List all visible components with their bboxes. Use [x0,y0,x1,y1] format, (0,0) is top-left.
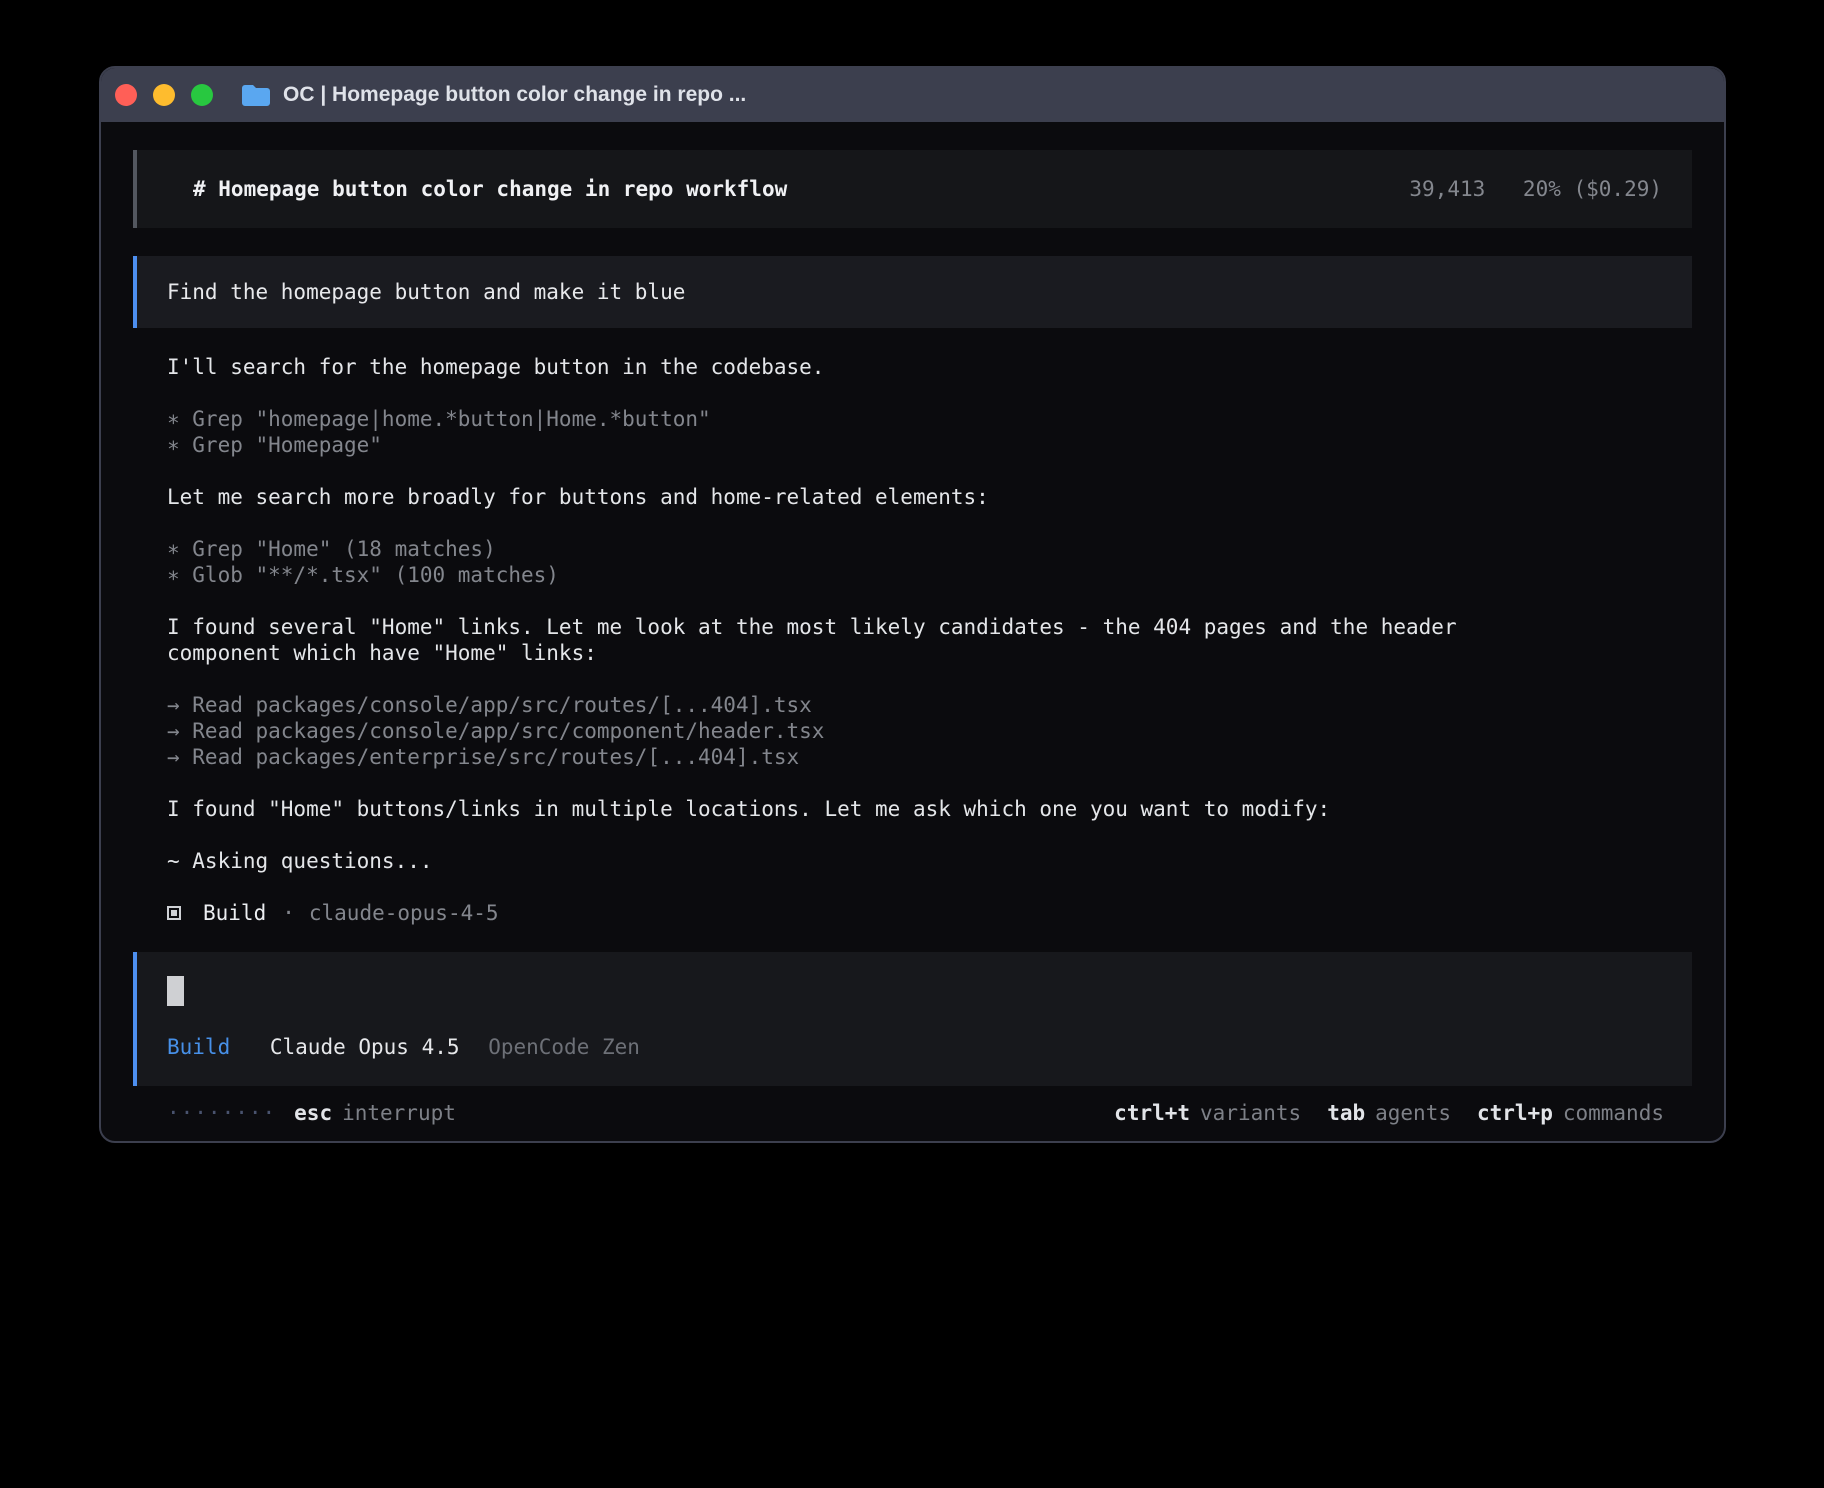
tool-call-group: ∗ Grep "Home" (18 matches) ∗ Glob "**/*.… [167,536,1692,588]
close-button[interactable] [115,84,137,106]
titlebar[interactable]: OC | Homepage button color change in rep… [101,68,1724,122]
folder-icon [241,83,271,107]
spinner-dots-icon: ········ [167,1100,276,1126]
shortcut-agents: tab agents [1327,1100,1451,1126]
terminal-window: OC | Homepage button color change in rep… [99,66,1726,1143]
input-meta: Build Claude Opus 4.5 OpenCode Zen [167,1034,1662,1060]
agent-status-line: Build · claude-opus-4-5 [167,900,1692,926]
input-model[interactable]: Claude Opus 4.5 [270,1035,460,1059]
session-meta: 39,413 20% ($0.29) [1409,176,1662,202]
agent-model: claude-opus-4-5 [309,900,499,926]
assistant-text: I'll search for the homepage button in t… [167,354,1692,380]
traffic-lights [115,84,213,106]
status-bar-left: ········ esc interrupt [167,1100,456,1126]
shortcut-label: commands [1563,1100,1664,1126]
interrupt-key: esc [294,1100,332,1126]
tool-call-grep: ∗ Grep "homepage|home.*button|Home.*butt… [167,406,1692,432]
window-title: OC | Homepage button color change in rep… [283,83,746,107]
terminal-content: # Homepage button color change in repo w… [101,122,1724,1143]
tool-call-group: → Read packages/console/app/src/routes/[… [167,692,1692,770]
tool-call-glob: ∗ Glob "**/*.tsx" (100 matches) [167,562,1692,588]
tool-call-read: → Read packages/enterprise/src/routes/[.… [167,744,1692,770]
status-bar: ········ esc interrupt ctrl+t variants t… [133,1098,1692,1128]
prompt-input[interactable]: Build Claude Opus 4.5 OpenCode Zen [133,952,1692,1086]
session-header: # Homepage button color change in repo w… [133,150,1692,228]
shortcut-label: agents [1375,1100,1451,1126]
token-count: 39,413 [1409,177,1485,201]
tool-call-group: ∗ Grep "homepage|home.*button|Home.*butt… [167,406,1692,458]
text-cursor [167,976,184,1006]
session-title: # Homepage button color change in repo w… [193,176,787,202]
tool-call-read: → Read packages/console/app/src/routes/[… [167,692,1692,718]
agent-separator: · [282,900,295,926]
shortcut-key: ctrl+p [1477,1100,1553,1126]
zoom-button[interactable] [191,84,213,106]
shortcut-key: ctrl+t [1114,1100,1190,1126]
user-message-text: Find the homepage button and make it blu… [167,280,685,304]
square-dot-icon [167,906,181,920]
interrupt-label: interrupt [342,1100,456,1126]
minimize-button[interactable] [153,84,175,106]
shortcut-commands: ctrl+p commands [1477,1100,1664,1126]
assistant-text: I found several "Home" links. Let me loo… [167,614,1465,666]
shortcut-variants: ctrl+t variants [1114,1100,1301,1126]
tool-call-grep: ∗ Grep "Homepage" [167,432,1692,458]
user-message: Find the homepage button and make it blu… [133,256,1692,328]
input-provider: OpenCode Zen [488,1035,640,1059]
tool-call-read: → Read packages/console/app/src/componen… [167,718,1692,744]
asking-questions-status: ~ Asking questions... [167,848,1692,874]
assistant-text: Let me search more broadly for buttons a… [167,484,1692,510]
agent-name: Build [203,900,266,926]
shortcut-key: tab [1327,1100,1365,1126]
tool-call-grep: ∗ Grep "Home" (18 matches) [167,536,1692,562]
input-mode[interactable]: Build [167,1035,230,1059]
context-usage: 20% ($0.29) [1523,177,1662,201]
shortcut-label: variants [1200,1100,1301,1126]
assistant-text: I found "Home" buttons/links in multiple… [167,796,1692,822]
status-bar-right: ctrl+t variants tab agents ctrl+p comman… [1088,1100,1664,1126]
